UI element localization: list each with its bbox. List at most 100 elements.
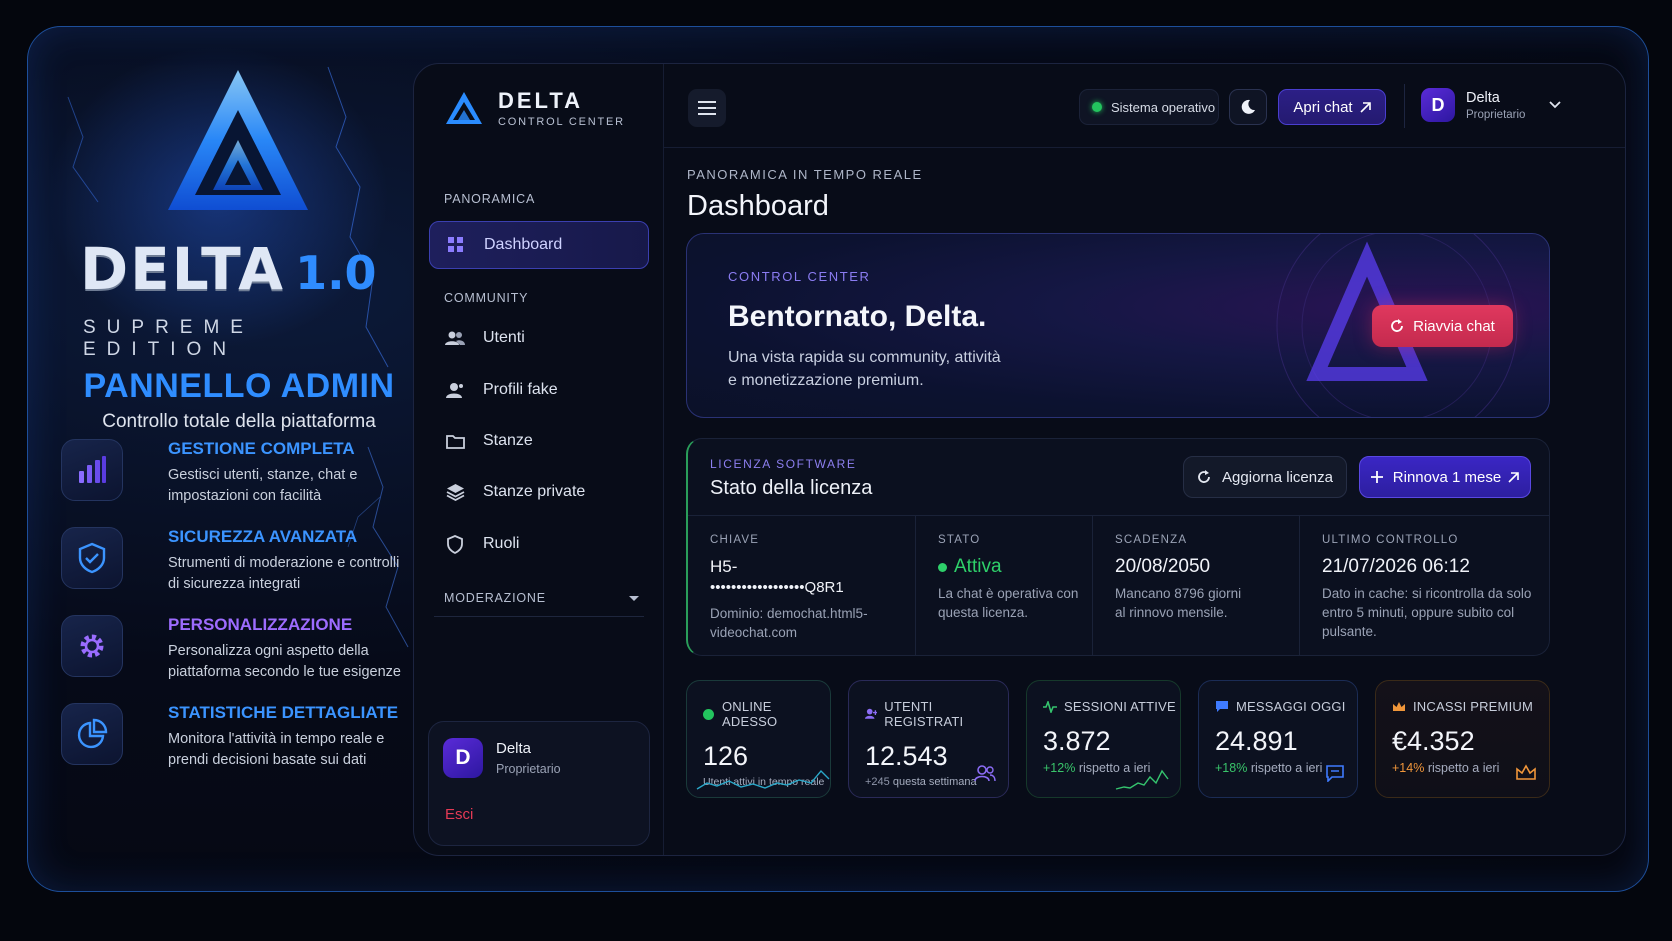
sidebar-item-roles[interactable]: Ruoli [429,520,649,568]
hamburger-icon [698,101,716,115]
sidebar-item-fake-profiles[interactable]: Profili fake [429,366,649,414]
stat-trend: +14% [1392,761,1425,775]
crown-icon [1393,701,1405,711]
license-expiry-label: SCADENZA [1115,534,1188,546]
license-check-value: 21/07/2026 06:12 [1322,556,1470,577]
stat-label: SESSIONI ATTIVE [1043,699,1180,714]
license-key-label: CHIAVE [710,534,760,546]
feature-statistics: STATISTICHE DETTAGLIATE Monitora l'attiv… [61,703,401,783]
license-status-label: STATO [938,534,981,546]
user-role: Proprietario [1466,108,1526,121]
theme-toggle-button[interactable] [1229,89,1267,125]
folder-icon [445,431,465,451]
stat-value: 3.872 [1043,726,1111,756]
brand-version: 1.0 [295,246,377,300]
stat-label-text: SESSIONI ATTIVE [1064,699,1176,714]
sidebar-item-label: Utenti [483,329,525,346]
hero-label: CONTROL CENTER [728,269,871,284]
stat-card-premium: INCASSI PREMIUM €4.352 +14% rispetto a i… [1375,680,1550,798]
license-label: LICENZA SOFTWARE [710,457,857,471]
system-status: Sistema operativo [1079,89,1219,125]
stat-label-text: ONLINE ADESSO [721,699,778,729]
sidebar-item-rooms[interactable]: Stanze [429,417,649,465]
admin-title: PANNELLO ADMIN [83,367,395,405]
external-arrow-icon [1360,101,1371,113]
sparkline [696,769,830,790]
license-title: Stato della licenza [710,477,873,499]
sidebar-item-private-rooms[interactable]: Stanze private [429,468,649,516]
license-key-line: ••••••••••••••••••Q8R1 [710,579,844,596]
refresh-icon [1391,319,1404,332]
update-license-button[interactable]: Aggiorna licenza [1183,456,1347,498]
license-details: CHIAVE H5- ••••••••••••••••••Q8R1 Domini… [688,515,1549,655]
license-check-label: ULTIMO CONTROLLO [1322,534,1459,546]
shield-icon [445,534,465,554]
license-key-line: H5- [710,557,738,576]
user-name: Delta [1466,89,1500,106]
sidebar: DELTA CONTROL CENTER PANORAMICA Dashboar… [414,64,664,855]
user-name: Delta [496,740,532,757]
sidebar-logo-title: DELTA [498,88,584,113]
sidebar-item-dashboard[interactable]: Dashboard [429,221,649,269]
grid-icon [446,235,466,255]
stat-card-online: ONLINE ADESSO 126 Utenti attivi in tempo… [686,680,831,798]
sidebar-item-users[interactable]: Utenti [429,314,649,362]
promo-frame: DELTA 1.0 SUPREME EDITION PANNELLO ADMIN… [27,26,1649,892]
status-dot-icon [938,562,947,572]
renew-license-label: Rinnova 1 mese [1392,468,1502,486]
user-mask-icon [445,380,465,400]
sidebar-item-label: Profili fake [483,381,558,398]
delta-logo-icon [446,92,482,124]
open-chat-button[interactable]: Apri chat [1278,89,1386,125]
stat-subtext-text: questa settimana [892,776,977,788]
brand-wordmark: DELTA 1.0 [80,235,400,303]
sidebar-logo[interactable]: DELTA CONTROL CENTER [444,88,625,128]
feature-security: SICUREZZA AVANZATA Strumenti di moderazi… [61,527,401,607]
stat-value: 24.891 [1215,726,1298,756]
users-icon [445,328,465,348]
feature-desc: Monitora l'attività in tempo reale e pre… [168,731,385,768]
online-dot-icon [703,708,714,720]
admin-subtitle: Controllo totale della piattaforma [102,411,376,432]
stat-label: INCASSI PREMIUM [1392,699,1549,714]
hero-description-line: Una vista rapida su community, attività [728,349,1001,366]
license-key-value: H5- ••••••••••••••••••Q8R1 [710,556,915,598]
delta-logo-icon [168,70,308,210]
chat-bubble-icon [1325,764,1345,787]
section-moderation-heading[interactable]: MODERAZIONE [444,591,639,605]
restart-chat-button[interactable]: Riavvia chat [1372,305,1513,347]
crown-icon [1515,764,1537,787]
sidebar-item-label: Stanze [483,432,533,449]
stat-label-text: INCASSI PREMIUM [1413,699,1534,714]
section-community-heading: COMMUNITY [444,291,529,305]
logout-link[interactable]: Esci [445,806,473,823]
hero-description-line: e monetizzazione premium. [728,372,924,389]
avatar[interactable]: D [443,738,483,778]
feature-desc: Strumenti di moderazione e controlli di … [168,555,400,592]
license-check-cell: ULTIMO CONTROLLO 21/07/2026 06:12 Dato i… [1300,516,1549,655]
status-dot-icon [1092,102,1102,112]
pie-chart-icon [61,703,123,765]
renew-license-button[interactable]: Rinnova 1 mese [1359,456,1531,498]
menu-button[interactable] [688,89,726,127]
feature-title: STATISTICHE DETTAGLIATE [168,703,399,722]
sparkline [1115,769,1169,790]
section-overview-heading: PANORAMICA [444,192,536,206]
user-role: Proprietario [496,762,561,776]
caret-down-icon [629,592,639,606]
stat-label: MESSAGGI OGGI [1215,699,1357,714]
license-status-desc: La chat è operativa con questa licenza. [938,586,1079,620]
license-key-cell: CHIAVE H5- ••••••••••••••••••Q8R1 Domini… [688,516,916,655]
sidebar-item-label: Ruoli [483,535,520,552]
admin-app-window: DELTA CONTROL CENTER PANORAMICA Dashboar… [413,63,1626,856]
bar-chart-icon [61,439,123,501]
promo-panel: DELTA 1.0 SUPREME EDITION PANNELLO ADMIN… [28,27,413,891]
edition-label: SUPREME EDITION [83,317,254,360]
stat-card-messages: MESSAGGI OGGI 24.891 +18% rispetto a ier… [1198,680,1358,798]
sidebar-item-label: Stanze private [483,483,586,500]
topbar-user-menu[interactable]: D Delta Proprietario [1421,88,1562,122]
feature-title: SICUREZZA AVANZATA [168,527,358,546]
avatar: D [1421,88,1455,122]
feature-customization: PERSONALIZZAZIONE Personalizza ogni aspe… [61,615,401,695]
restart-chat-label: Riavvia chat [1413,317,1495,335]
